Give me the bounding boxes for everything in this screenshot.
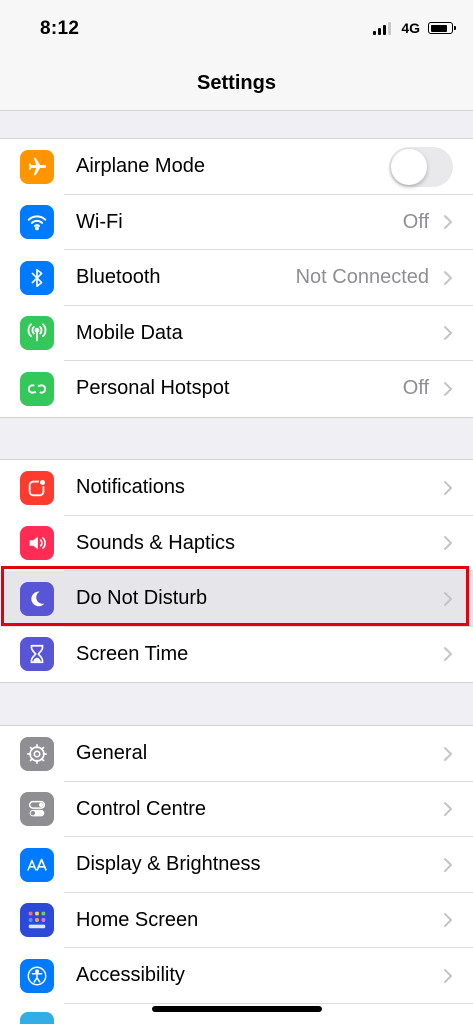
row-label: Accessibility [76,964,185,987]
settings-row-screen-time[interactable]: Screen Time [0,627,473,683]
chevron-right-icon [444,536,452,551]
toggle-knob [391,148,427,185]
home-indicator[interactable] [152,1006,322,1012]
settings-row-accessibility[interactable]: Accessibility [0,948,473,1004]
antenna-icon [20,316,54,351]
gear-icon [20,736,54,771]
chevron-right-icon [444,968,452,983]
status-time: 8:12 [40,18,80,39]
row-label: Bluetooth [76,266,161,289]
network-type: 4G [401,20,420,36]
flower-icon [20,1011,54,1024]
settings-row-wifi[interactable]: Wi-Fi Off [0,195,473,250]
row-label: Mobile Data [76,321,183,344]
chevron-right-icon [444,802,452,817]
chevron-right-icon [444,591,452,606]
text-size-icon [20,847,54,882]
notifications-group: Notifications Sounds & Haptics Do Not Di… [0,459,473,683]
bluetooth-icon [20,260,54,295]
speaker-icon [20,526,54,561]
settings-row-sounds-haptics[interactable]: Sounds & Haptics [0,516,473,571]
row-label: Home Screen [76,908,199,931]
chevron-right-icon [444,480,452,495]
settings-row-airplane-mode[interactable]: Airplane Mode [0,139,473,195]
chevron-right-icon [444,215,452,230]
chevron-right-icon [444,857,452,872]
row-label: Do Not Disturb [76,587,208,610]
row-label: Personal Hotspot [76,377,230,400]
connectivity-group: Airplane Mode Wi-Fi Off Bluetooth Not Co… [0,138,473,418]
chevron-right-icon [444,647,452,662]
settings-row-notifications[interactable]: Notifications [0,460,473,516]
status-indicators: 4G [373,20,456,36]
row-value: Off [402,377,429,400]
switches-icon [20,792,54,827]
wifi-icon [20,205,54,240]
general-group: General Control Centre Display & Brightn… [0,725,473,1024]
moon-icon [20,581,54,616]
chevron-right-icon [444,746,452,761]
settings-row-general[interactable]: General [0,726,473,782]
settings-row-do-not-disturb[interactable]: Do Not Disturb [0,571,473,627]
battery-icon [428,22,456,34]
signal-strength-icon [373,21,393,35]
chevron-right-icon [444,326,452,341]
settings-row-control-centre[interactable]: Control Centre [0,782,473,837]
row-value: Off [402,210,429,233]
row-label: Wi-Fi [76,210,123,233]
hourglass-icon [20,637,54,672]
row-value: Not Connected [295,266,429,289]
notifications-icon [20,470,54,505]
accessibility-icon [20,958,54,993]
settings-row-bluetooth[interactable]: Bluetooth Not Connected [0,250,473,306]
settings-row-personal-hotspot[interactable]: Personal Hotspot Off [0,361,473,417]
row-label: Airplane Mode [76,155,205,178]
row-label: General [76,742,148,765]
settings-row-mobile-data[interactable]: Mobile Data [0,306,473,361]
airplane-mode-toggle[interactable] [389,146,453,187]
row-label: Display & Brightness [76,853,261,876]
row-label: Screen Time [76,642,189,665]
chevron-right-icon [444,270,452,285]
status-bar: 8:12 4G [0,0,473,56]
hotspot-icon [20,371,54,406]
row-label: Control Centre [76,797,207,820]
row-label: Sounds & Haptics [76,531,235,554]
settings-row-display-brightness[interactable]: Display & Brightness [0,837,473,893]
row-label: Notifications [76,476,185,499]
settings-row-home-screen[interactable]: Home Screen [0,893,473,948]
chevron-right-icon [444,381,452,396]
airplane-icon [20,149,54,184]
navigation-bar: Settings [0,56,473,111]
page-title: Settings [197,72,276,94]
chevron-right-icon [444,913,452,928]
home-grid-icon [20,903,54,938]
